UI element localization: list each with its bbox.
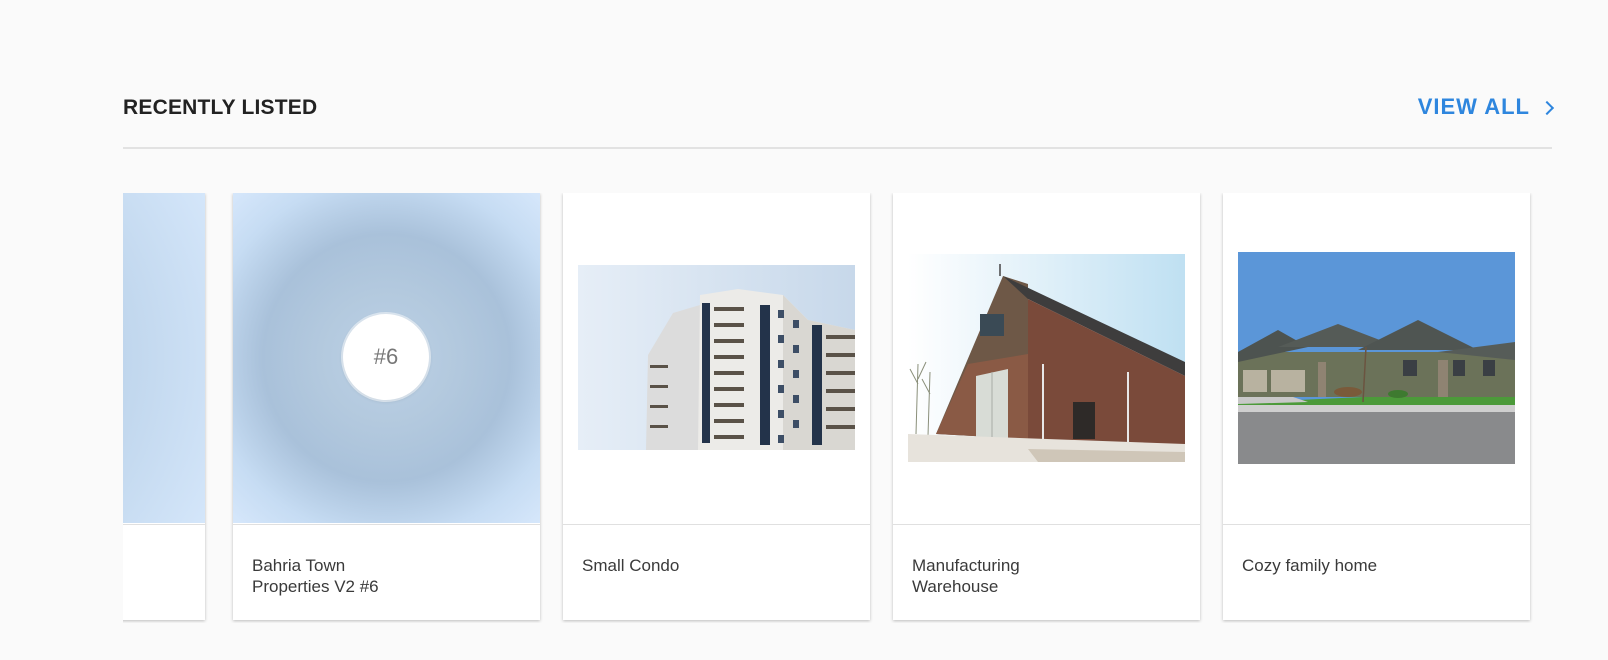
listing-title: Bahria Town Properties V2 #6 <box>252 556 379 596</box>
warehouse-photo <box>908 254 1185 462</box>
section-divider <box>123 147 1552 149</box>
chevron-right-icon <box>1539 100 1555 116</box>
listing-image <box>893 193 1200 523</box>
listing-card[interactable]: Small Condo <box>563 193 870 620</box>
listing-card[interactable]: Manufacturing Warehouse <box>893 193 1200 620</box>
view-all-label: VIEW ALL <box>1417 94 1530 119</box>
listing-title: Small Condo <box>582 556 680 575</box>
family-home-photo <box>1238 252 1515 464</box>
condo-building-photo <box>578 265 855 450</box>
view-all-link[interactable]: VIEW ALL <box>1417 94 1555 120</box>
listing-card[interactable] <box>123 193 205 620</box>
listings-carousel[interactable]: #6 Bahria Town Properties V2 #6 Small Co… <box>123 193 1552 623</box>
listing-title: Cozy family home <box>1242 556 1378 575</box>
listing-image-placeholder: #6 <box>233 193 540 523</box>
section-title: RECENTLY LISTED <box>123 96 318 119</box>
listing-card-body <box>123 524 205 620</box>
listing-card-body: Small Condo <box>563 524 870 620</box>
listing-card-body: Cozy family home <box>1223 524 1530 620</box>
listing-card-body: Bahria Town Properties V2 #6 <box>233 524 540 620</box>
listing-number-badge: #6 <box>343 314 429 400</box>
listing-card[interactable]: #6 Bahria Town Properties V2 #6 <box>233 193 540 620</box>
listing-title: Manufacturing Warehouse <box>912 556 1020 596</box>
listing-image-placeholder <box>123 193 205 523</box>
section-header: RECENTLY LISTED VIEW ALL <box>123 92 1555 124</box>
listing-card-body: Manufacturing Warehouse <box>893 524 1200 620</box>
listing-image <box>1223 193 1530 523</box>
listing-card[interactable]: Cozy family home <box>1223 193 1530 620</box>
listing-image <box>563 193 870 523</box>
